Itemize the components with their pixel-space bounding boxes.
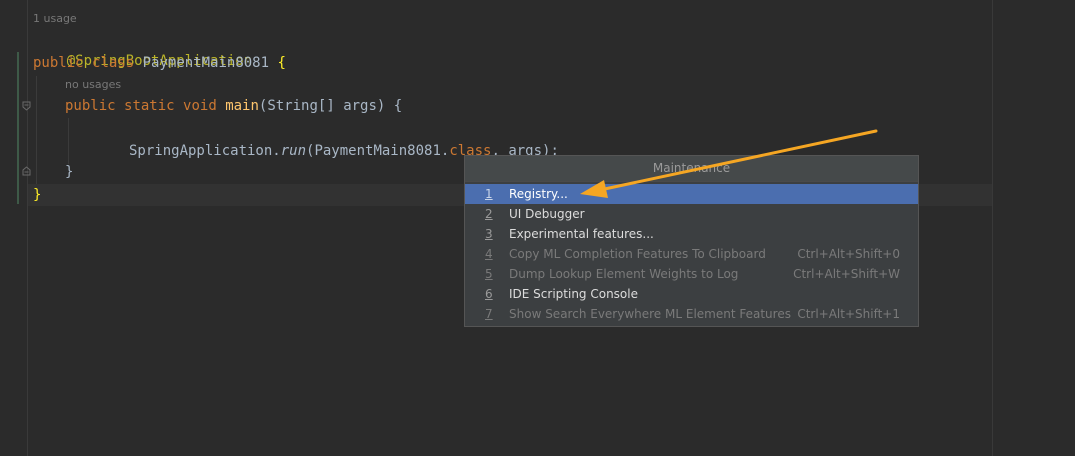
arrow-annotation [580, 129, 878, 198]
